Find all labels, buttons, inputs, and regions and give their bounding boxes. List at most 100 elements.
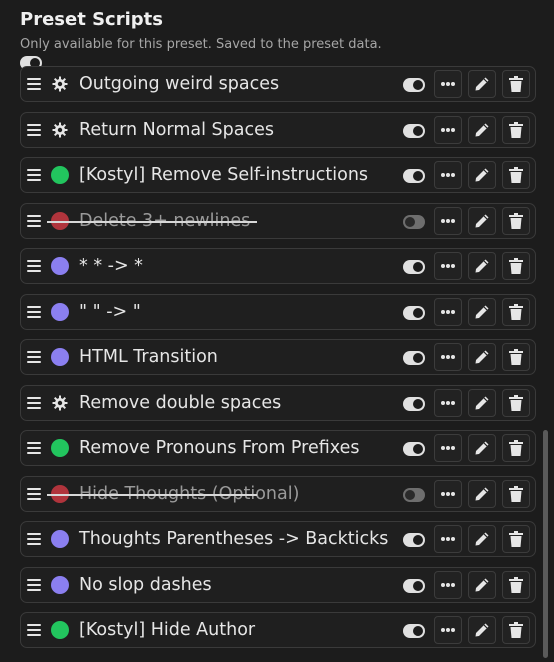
trash-icon — [509, 167, 523, 183]
delete-script-button[interactable] — [502, 297, 530, 326]
ellipsis-icon — [440, 491, 456, 497]
script-row[interactable]: [Kostyl] Hide Author — [20, 612, 536, 648]
script-row[interactable]: HTML Transition — [20, 339, 536, 375]
drag-handle-icon[interactable] — [27, 123, 41, 136]
edit-script-button[interactable] — [468, 115, 496, 144]
edit-script-button[interactable] — [468, 479, 496, 508]
drag-handle-icon[interactable] — [27, 260, 41, 272]
edit-script-button[interactable] — [468, 297, 496, 326]
green-dot-icon — [51, 166, 69, 184]
green-dot-icon — [51, 439, 69, 457]
script-enable-toggle[interactable] — [403, 578, 425, 593]
script-row[interactable]: Outgoing weird spaces — [20, 66, 536, 102]
script-name: Remove Pronouns From Prefixes — [79, 438, 360, 458]
delete-script-button[interactable] — [502, 525, 530, 553]
delete-script-button[interactable] — [502, 434, 530, 462]
script-enable-toggle[interactable] — [403, 169, 425, 183]
more-options-button[interactable] — [434, 388, 462, 417]
script-row[interactable]: Return Normal Spaces — [20, 111, 536, 148]
delete-script-button[interactable] — [502, 570, 530, 599]
script-enable-toggle[interactable] — [403, 487, 425, 502]
delete-script-button[interactable] — [502, 252, 530, 280]
more-options-button[interactable] — [434, 525, 462, 553]
script-row[interactable]: Remove Pronouns From Prefixes — [20, 430, 536, 466]
script-name: HTML Transition — [79, 347, 218, 367]
more-options-button[interactable] — [434, 206, 462, 235]
edit-script-button[interactable] — [468, 161, 496, 189]
drag-handle-icon[interactable] — [27, 624, 41, 636]
more-options-button[interactable] — [434, 297, 462, 326]
delete-script-button[interactable] — [502, 115, 530, 144]
ellipsis-icon — [440, 263, 456, 269]
pencil-icon — [474, 76, 490, 92]
script-enable-toggle[interactable] — [403, 78, 425, 92]
script-row[interactable]: [Kostyl] Remove Self-instructions — [20, 157, 536, 193]
edit-script-button[interactable] — [468, 388, 496, 417]
ellipsis-icon — [440, 627, 456, 633]
edit-script-button[interactable] — [468, 206, 496, 235]
script-enable-toggle[interactable] — [403, 442, 425, 456]
edit-script-button[interactable] — [468, 570, 496, 599]
script-enable-toggle[interactable] — [403, 305, 425, 320]
script-row[interactable]: Delete 3+ newlines — [20, 202, 536, 239]
ellipsis-icon — [440, 536, 456, 542]
script-row[interactable]: " " -> " — [20, 293, 536, 330]
drag-handle-icon[interactable] — [27, 78, 41, 90]
pencil-icon — [474, 531, 490, 547]
edit-script-button[interactable] — [468, 525, 496, 553]
edit-script-button[interactable] — [468, 616, 496, 644]
script-row[interactable]: Hide Thoughts (Optional) — [20, 475, 536, 512]
more-options-button[interactable] — [434, 115, 462, 144]
script-row[interactable]: No slop dashes — [20, 566, 536, 603]
script-enable-toggle[interactable] — [403, 351, 425, 365]
script-name: Remove double spaces — [79, 392, 282, 413]
scrollbar[interactable] — [543, 430, 548, 658]
more-options-button[interactable] — [434, 479, 462, 508]
drag-handle-icon[interactable] — [27, 214, 41, 227]
more-options-button[interactable] — [434, 252, 462, 280]
drag-handle-icon[interactable] — [27, 578, 41, 591]
drag-handle-icon[interactable] — [27, 351, 41, 363]
edit-script-button[interactable] — [468, 343, 496, 371]
drag-handle-icon[interactable] — [27, 169, 41, 181]
script-enable-toggle[interactable] — [403, 533, 425, 547]
trash-icon — [509, 212, 523, 229]
edit-script-button[interactable] — [468, 70, 496, 98]
delete-script-button[interactable] — [502, 206, 530, 235]
delete-script-button[interactable] — [502, 388, 530, 417]
more-options-button[interactable] — [434, 616, 462, 644]
drag-handle-icon[interactable] — [27, 533, 41, 545]
delete-script-button[interactable] — [502, 161, 530, 189]
script-row[interactable]: * * -> * — [20, 248, 536, 284]
drag-handle-icon[interactable] — [27, 396, 41, 409]
script-name: Thoughts Parentheses -> Backticks — [79, 529, 389, 549]
edit-script-button[interactable] — [468, 252, 496, 280]
script-enable-toggle[interactable] — [403, 396, 425, 411]
gear-icon — [51, 75, 69, 93]
script-enable-toggle[interactable] — [403, 624, 425, 638]
script-enable-toggle[interactable] — [403, 123, 425, 138]
delete-script-button[interactable] — [502, 479, 530, 508]
more-options-button[interactable] — [434, 70, 462, 98]
script-row[interactable]: Remove double spaces — [20, 384, 536, 421]
gear-icon — [51, 121, 69, 139]
pencil-icon — [474, 577, 490, 593]
trash-icon — [509, 485, 523, 502]
pencil-icon — [474, 167, 490, 183]
drag-handle-icon[interactable] — [27, 487, 41, 500]
script-enable-toggle[interactable] — [403, 214, 425, 229]
more-options-button[interactable] — [434, 434, 462, 462]
more-options-button[interactable] — [434, 161, 462, 189]
edit-script-button[interactable] — [468, 434, 496, 462]
script-row[interactable]: Thoughts Parentheses -> Backticks — [20, 521, 536, 557]
drag-handle-icon[interactable] — [27, 305, 41, 318]
delete-script-button[interactable] — [502, 343, 530, 371]
script-enable-toggle[interactable] — [403, 260, 425, 274]
script-name: " " -> " — [79, 301, 141, 322]
strikethrough-line — [47, 220, 257, 223]
delete-script-button[interactable] — [502, 616, 530, 644]
drag-handle-icon[interactable] — [27, 442, 41, 454]
more-options-button[interactable] — [434, 343, 462, 371]
delete-script-button[interactable] — [502, 70, 530, 98]
more-options-button[interactable] — [434, 570, 462, 599]
